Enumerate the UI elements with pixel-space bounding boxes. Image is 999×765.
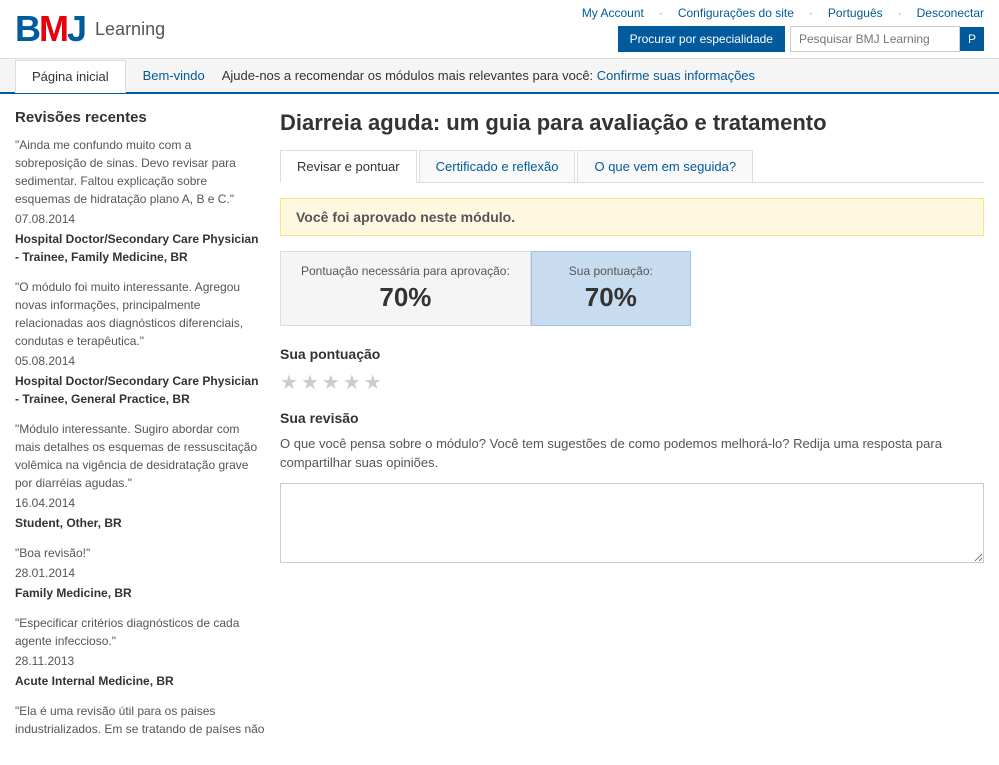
review-date: 16.04.2014 <box>15 494 265 512</box>
top-nav: BMJ Learning My Account · Configurações … <box>0 0 999 59</box>
required-score-label: Pontuação necessária para aprovação: <box>301 264 510 278</box>
search-button[interactable]: P <box>960 27 984 51</box>
review-date: 05.08.2014 <box>15 352 265 370</box>
list-item: "Ela é uma revisão útil para os paises i… <box>15 702 265 738</box>
list-item: "Especificar critérios diagnósticos de c… <box>15 614 265 690</box>
search-input[interactable] <box>790 26 960 52</box>
search-row: Procurar por especialidade P <box>618 26 984 52</box>
list-item: "Módulo interessante. Sugiro abordar com… <box>15 420 265 532</box>
review-author: Student, Other, BR <box>15 514 265 532</box>
achieved-score-label: Sua pontuação: <box>552 264 670 278</box>
achieved-score-box: Sua pontuação: 70% <box>531 251 691 326</box>
tab-welcome[interactable]: Bem-vindo <box>126 59 222 92</box>
review-section: Sua revisão O que você pensa sobre o mód… <box>280 410 984 566</box>
review-quote: "Ainda me confundo muito com a sobreposi… <box>15 136 265 208</box>
my-account-link[interactable]: My Account <box>582 6 644 20</box>
learning-logo: Learning <box>95 19 165 40</box>
tab-certificate[interactable]: Certificado e reflexão <box>419 150 576 182</box>
review-quote: "Ela é uma revisão útil para os paises i… <box>15 702 265 738</box>
search-wrap: P <box>790 26 984 52</box>
star-2[interactable]: ★ <box>301 370 319 395</box>
review-date: 28.11.2013 <box>15 652 265 670</box>
review-author: Acute Internal Medicine, BR <box>15 672 265 690</box>
desconectar-link[interactable]: Desconectar <box>917 6 984 20</box>
confirm-link[interactable]: Confirme suas informações <box>597 68 755 83</box>
list-item: "Ainda me confundo muito com a sobreposi… <box>15 136 265 266</box>
content-tabs: Revisar e pontuar Certificado e reflexão… <box>280 150 984 183</box>
review-author: Family Medicine, BR <box>15 584 265 602</box>
tab-next[interactable]: O que vem em seguida? <box>577 150 753 182</box>
top-links: My Account · Configurações do site · Por… <box>582 6 984 20</box>
specialty-button[interactable]: Procurar por especialidade <box>618 26 785 52</box>
star-rating[interactable]: ★ ★ ★ ★ ★ <box>280 370 984 395</box>
required-score-box: Pontuação necessária para aprovação: 70% <box>280 251 531 326</box>
list-item: "Boa revisão!" 28.01.2014 Family Medicin… <box>15 544 265 602</box>
star-5[interactable]: ★ <box>364 370 382 395</box>
sidebar-title: Revisões recentes <box>15 109 265 126</box>
review-quote: "O módulo foi muito interessante. Agrego… <box>15 278 265 350</box>
review-quote: "Módulo interessante. Sugiro abordar com… <box>15 420 265 492</box>
nav-tabs-bar: Página inicial Bem-vindo Ajude-nos a rec… <box>0 59 999 94</box>
welcome-message-area: Ajude-nos a recomendar os módulos mais r… <box>222 60 984 91</box>
star-1[interactable]: ★ <box>280 370 298 395</box>
main-content: Revisões recentes "Ainda me confundo mui… <box>0 94 999 765</box>
tab-review-score[interactable]: Revisar e pontuar <box>280 150 417 183</box>
content-panel: Diarreia aguda: um guia para avaliação e… <box>280 109 984 750</box>
your-score-label: Sua pontuação <box>280 346 984 362</box>
review-author: Hospital Doctor/Secondary Care Physician… <box>15 372 265 408</box>
bmj-logo: BMJ <box>15 11 85 47</box>
your-review-label: Sua revisão <box>280 410 984 426</box>
review-description: O que você pensa sobre o módulo? Você te… <box>280 434 984 473</box>
review-date: 28.01.2014 <box>15 564 265 582</box>
logo-area: BMJ Learning <box>15 11 165 47</box>
configuracoes-link[interactable]: Configurações do site <box>678 6 794 20</box>
review-author: Hospital Doctor/Secondary Care Physician… <box>15 230 265 266</box>
review-quote: "Boa revisão!" <box>15 544 265 562</box>
required-score-value: 70% <box>301 282 510 313</box>
review-date: 07.08.2014 <box>15 210 265 228</box>
star-3[interactable]: ★ <box>322 370 340 395</box>
portugues-link[interactable]: Português <box>828 6 883 20</box>
tab-home[interactable]: Página inicial <box>15 60 126 93</box>
approval-banner: Você foi aprovado neste módulo. <box>280 198 984 236</box>
review-textarea[interactable] <box>280 483 984 563</box>
top-right: My Account · Configurações do site · Por… <box>582 6 984 52</box>
score-row: Pontuação necessária para aprovação: 70%… <box>280 251 984 326</box>
star-4[interactable]: ★ <box>343 370 361 395</box>
sidebar: Revisões recentes "Ainda me confundo mui… <box>15 109 280 750</box>
achieved-score-value: 70% <box>552 282 670 313</box>
module-title: Diarreia aguda: um guia para avaliação e… <box>280 109 984 138</box>
list-item: "O módulo foi muito interessante. Agrego… <box>15 278 265 408</box>
review-quote: "Especificar critérios diagnósticos de c… <box>15 614 265 650</box>
